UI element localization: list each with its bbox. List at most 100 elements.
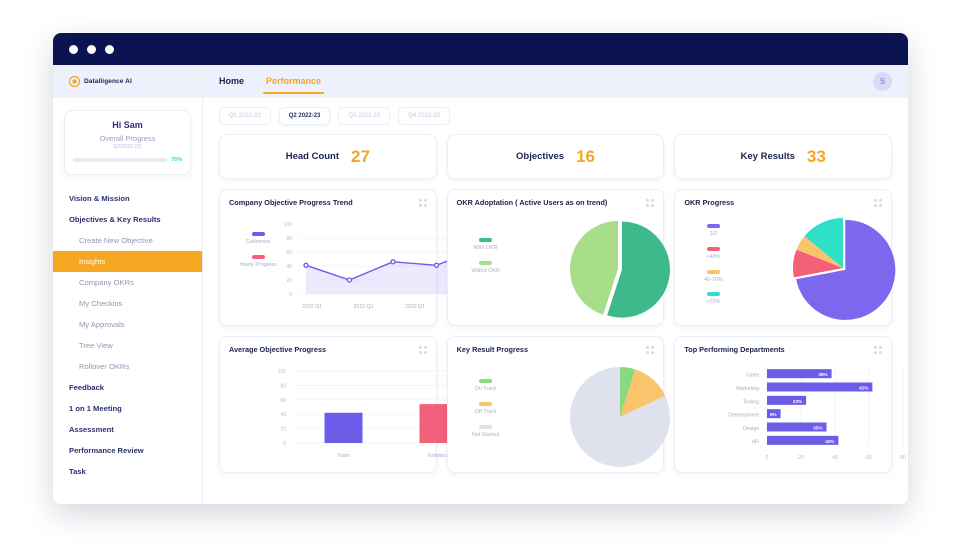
tab-performance[interactable]: Performance	[263, 76, 325, 94]
svg-text:0: 0	[766, 455, 769, 461]
svg-text:2022 Q1: 2022 Q1	[302, 304, 322, 310]
sidebar-item-insights[interactable]: Insights	[53, 251, 202, 272]
drag-handle-icon[interactable]	[874, 346, 882, 354]
stat-card-head-count: Head Count 27	[219, 134, 437, 179]
legend-label: With OKR	[473, 245, 498, 251]
progress-bar: 76%	[73, 157, 182, 163]
quarter-tab-q4[interactable]: Q4 2022-23	[398, 107, 450, 125]
svg-text:2022 Q1: 2022 Q1	[405, 304, 425, 310]
sidebar-item-my-approvals[interactable]: My Approvals	[53, 314, 202, 335]
dashboard-content: Q1 2022-23 Q2 2022-23 Q3 2022-23 Q4 2022-23…	[203, 98, 908, 504]
chart-legend: Cadeence Yearly Progress	[232, 232, 284, 278]
card-company-objective-progress-trend: Company Objective Progress Trend Cadeenc…	[219, 189, 488, 326]
sidebar-item-rollover-okrs[interactable]: Rollover OKRs	[53, 356, 202, 377]
quarter-tab-q1[interactable]: Q1 2022-23	[219, 107, 271, 125]
stat-card-objectives: Objectives 16	[446, 134, 665, 179]
drag-handle-icon[interactable]	[646, 199, 655, 207]
legend-item: On Track	[460, 379, 512, 393]
quarter-tab-q2[interactable]: Q2 2022-23	[278, 107, 331, 125]
sidebar-item-assessment[interactable]: Assessment	[53, 419, 202, 440]
brand-name: Datalligence AI	[84, 78, 132, 85]
legend-swatch	[479, 238, 493, 242]
sidebar-item-label: My Approvals	[79, 320, 125, 329]
chart-legend: With OKR Withot OKR	[460, 238, 512, 284]
sidebar-item-label: Create New Objective	[79, 236, 153, 245]
legend-label: >70%	[706, 299, 721, 306]
legend-label: Off Track	[474, 408, 497, 415]
svg-text:40: 40	[280, 412, 286, 418]
sidebar-item-1-on-1-meeting[interactable]: 1 on 1 Meeting	[53, 398, 202, 419]
stat-label: Objectives	[516, 151, 565, 162]
sidebar-item-feedback[interactable]: Feedback	[53, 377, 202, 398]
legend-label: Yearly Progress	[239, 261, 277, 268]
sidebar-item-objectives-key-results[interactable]: Objectives & Key Results	[53, 209, 202, 230]
legend-swatch	[706, 292, 720, 297]
drag-handle-icon[interactable]	[418, 346, 427, 354]
main-area: Home Performance S Q1 2022-23 Q2 2022-23 Q…	[203, 65, 908, 504]
tab-home[interactable]: Home	[219, 76, 244, 87]
svg-text:40: 40	[286, 264, 292, 270]
legend-swatch	[479, 260, 493, 265]
sidebar-item-label: Objectives & Key Results	[69, 215, 161, 224]
legend-swatch	[706, 269, 720, 274]
sidebar-item-label: Assessment	[69, 425, 114, 434]
legend-swatch	[479, 401, 493, 406]
drag-handle-icon[interactable]	[418, 199, 427, 207]
progress-quarter-label: Q2(2022-23)	[113, 144, 142, 150]
svg-text:0: 0	[289, 292, 292, 298]
window-maximize-dot[interactable]	[105, 44, 114, 54]
avatar[interactable]: S	[873, 72, 892, 91]
card-okr-adoptation: OKR Adoptation ( Active Users as on tren…	[446, 189, 670, 326]
stat-value: 33	[806, 146, 826, 166]
sidebar-item-performance-review[interactable]: Performance Review	[53, 440, 202, 461]
svg-text:Sales: Sales	[746, 373, 759, 379]
sidebar-item-label: My Checkins	[79, 299, 123, 308]
sidebar: Datalligence AI Hi Sam Overall Progress …	[53, 65, 203, 504]
chart-area: On Track Off Track Not Started	[448, 359, 670, 468]
svg-text:20: 20	[280, 427, 286, 433]
sidebar-item-my-checkins[interactable]: My Checkins	[53, 293, 202, 314]
card-title: Company Objective Progress Trend	[229, 198, 353, 207]
chart-legend: On Track Off Track Not Started	[460, 379, 512, 447]
svg-text:80: 80	[280, 383, 286, 389]
legend-swatch	[706, 224, 720, 228]
legend-label: 40-70%	[704, 276, 723, 283]
window-minimize-dot[interactable]	[87, 44, 96, 54]
charts-grid: Company Objective Progress Trend Cadeenc…	[219, 189, 906, 473]
quarter-filter-tabs: Q1 2022-23 Q2 2022-23 Q3 2022-23 Q4 2022-23	[219, 107, 892, 125]
sidebar-item-company-okrs[interactable]: Company OKRs	[53, 272, 202, 293]
sidebar-item-task[interactable]: Task	[53, 461, 202, 482]
app-body: Datalligence AI Hi Sam Overall Progress …	[53, 65, 908, 504]
drag-handle-icon[interactable]	[874, 199, 882, 207]
svg-text:35%: 35%	[814, 426, 823, 431]
window-close-dot[interactable]	[69, 44, 78, 54]
card-title: Key Result Progress	[456, 345, 529, 354]
card-average-objective-progress: Average Objective Progress 0 20 40 60 80 100 T…	[219, 336, 482, 473]
legend-item: >70%	[687, 292, 739, 306]
svg-text:38%: 38%	[819, 372, 828, 377]
sidebar-item-tree-view[interactable]: Tree View	[53, 335, 202, 356]
quarter-tab-q3[interactable]: Q3 2022-23	[338, 107, 391, 125]
legend-label: On Track	[474, 386, 497, 392]
sidebar-item-create-new-objective[interactable]: Create New Objective	[53, 230, 202, 251]
brand[interactable]: Datalligence AI	[53, 65, 202, 98]
browser-window: Datalligence AI Hi Sam Overall Progress …	[53, 33, 908, 504]
svg-text:62%: 62%	[860, 386, 869, 391]
svg-text:40: 40	[833, 455, 839, 461]
legend-item: <40%	[687, 246, 739, 261]
legend-swatch	[251, 232, 265, 236]
card-top-performing-departments: Top Performing Departments 020406080100S…	[674, 336, 906, 473]
card-title: Top Performing Departments	[684, 345, 785, 354]
legend-swatch	[479, 424, 493, 429]
svg-text:Development: Development	[729, 413, 760, 419]
drag-handle-icon[interactable]	[646, 346, 655, 354]
legend-item: With OKR	[460, 238, 512, 252]
sidebar-item-label: Feedback	[69, 383, 105, 392]
overall-progress-label: Overall Progress	[99, 134, 156, 143]
sidebar-item-vision-mission[interactable]: Vision & Mission	[53, 188, 202, 209]
svg-text:20: 20	[286, 278, 292, 284]
stat-label: Key Results	[740, 151, 795, 162]
svg-text:Design: Design	[743, 426, 759, 432]
sidebar-nav: Vision & Mission Objectives & Key Results…	[53, 188, 202, 482]
card-title: Average Objective Progress	[229, 345, 327, 354]
